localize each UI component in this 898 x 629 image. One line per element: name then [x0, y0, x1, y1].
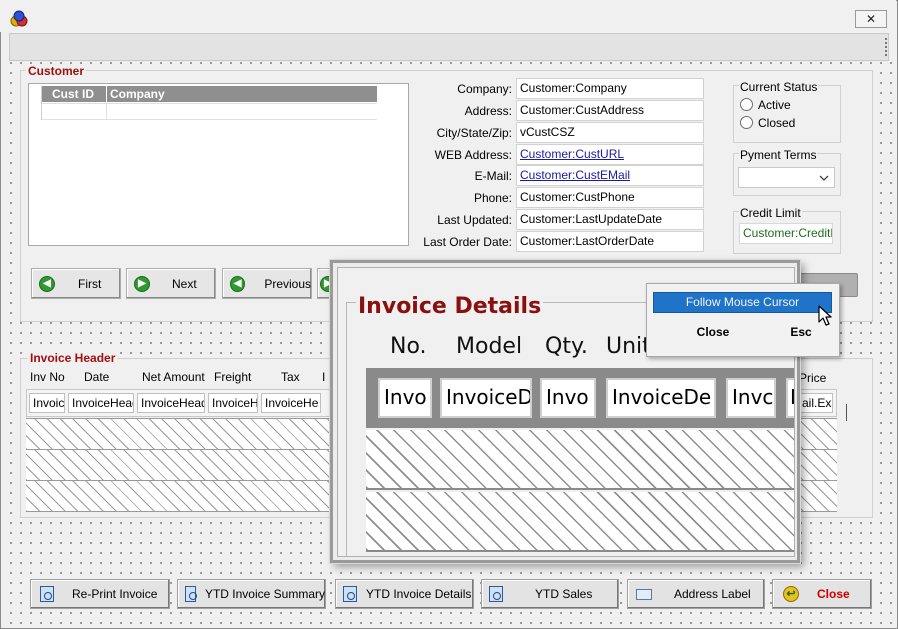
status-closed-radio[interactable]	[740, 116, 753, 129]
web-address-link[interactable]: Customer:CustURL	[516, 144, 704, 165]
zoom-cell-qty[interactable]: Invo	[540, 378, 596, 418]
zoom-col-unit: Unit	[606, 334, 651, 359]
current-status-title: Current Status	[739, 80, 819, 94]
zoom-cell-model[interactable]: InvoiceD	[440, 378, 532, 418]
mouse-cursor-icon	[818, 305, 832, 326]
chevron-down-icon	[819, 175, 829, 181]
context-close-item[interactable]: Close	[653, 325, 773, 339]
inv-no-cell[interactable]: Invoic	[29, 393, 65, 413]
envelope-icon	[636, 588, 652, 600]
previous-button[interactable]: ◀ Previous	[222, 268, 312, 299]
zoom-cell-5[interactable]: Invc	[726, 378, 776, 418]
report-icon	[343, 586, 357, 602]
ytd-sales-label: YTD Sales	[535, 587, 593, 601]
zoom-row-2[interactable]	[366, 492, 794, 552]
close-button-label: Close	[817, 587, 850, 601]
ytd-sales-button[interactable]: YTD Sales	[481, 579, 619, 609]
next-button-label: Next	[172, 276, 197, 291]
toolbar-grip[interactable]	[885, 38, 887, 56]
arrow-left-icon: ◀	[39, 275, 55, 292]
zoom-cell-6[interactable]: I	[786, 378, 794, 418]
city-state-zip-field[interactable]: vCustCSZ	[516, 122, 704, 143]
email-label: E-Mail:	[474, 169, 512, 183]
date-column: Date	[84, 370, 110, 384]
inv-no-column: Inv No	[30, 370, 65, 384]
payment-terms-dropdown[interactable]	[738, 167, 835, 188]
credit-limit-field[interactable]: Customer:CreditLir	[739, 223, 833, 244]
last-order-date-field[interactable]: Customer:LastOrderDate	[516, 231, 704, 252]
zoom-context-menu: Follow Mouse Cursor Close Esc	[646, 283, 840, 357]
phone-label: Phone:	[473, 191, 512, 205]
last-updated-label: Last Updated:	[437, 213, 512, 227]
report-icon	[40, 586, 54, 602]
report-icon	[489, 586, 503, 602]
reprint-invoice-button[interactable]: Re-Print Invoice	[30, 579, 170, 609]
status-active-label: Active	[758, 98, 791, 112]
status-active-radio[interactable]	[740, 98, 753, 111]
zoom-col-model: Model	[456, 334, 523, 359]
tax-column: Tax	[281, 370, 300, 384]
address-field[interactable]: Customer:CustAddress	[516, 100, 704, 121]
customer-group-title: Customer	[26, 64, 87, 78]
net-amount-column: Net Amount	[142, 370, 205, 384]
grid-header-company[interactable]: Company	[107, 86, 377, 102]
credit-limit-title: Credit Limit	[739, 206, 802, 220]
freight-cell[interactable]: InvoiceH	[208, 393, 258, 413]
invoice-header-title: Invoice Header	[28, 351, 118, 365]
close-button[interactable]: ↩ Close	[772, 579, 872, 609]
zoom-cell-unit[interactable]: InvoiceDe	[606, 378, 716, 418]
exit-icon: ↩	[783, 586, 799, 602]
city-state-zip-label: City/State/Zip:	[436, 126, 512, 140]
zoom-col-no: No.	[390, 334, 427, 359]
web-address-label: WEB Address:	[434, 148, 512, 162]
app-icon	[10, 10, 28, 28]
text-cursor	[846, 404, 847, 421]
grid-header-cust-id[interactable]: Cust ID	[42, 86, 106, 102]
zoom-row-1[interactable]	[366, 430, 794, 490]
payment-terms-title: Pyment Terms	[739, 148, 818, 162]
col-truncated: I	[322, 370, 326, 384]
tax-cell[interactable]: InvoiceHe	[261, 393, 321, 413]
ytd-invoice-summary-label: YTD Invoice Summary	[204, 587, 325, 601]
window-close-button[interactable]: ✕	[855, 10, 887, 28]
ytd-invoice-details-button[interactable]: YTD Invoice Details	[335, 579, 474, 609]
grid-col-divider	[106, 103, 107, 120]
status-closed-label: Closed	[758, 116, 796, 130]
grid-new-row[interactable]	[42, 103, 377, 120]
email-link[interactable]: Customer:CustEMail	[516, 165, 704, 186]
arrow-right-icon: ▶	[134, 275, 150, 292]
last-order-date-label: Last Order Date:	[423, 235, 512, 249]
previous-button-label: Previous	[264, 276, 311, 291]
price-cell[interactable]: ail.Ex	[798, 393, 833, 413]
context-esc-shortcut: Esc	[790, 325, 812, 339]
first-button-label: First	[78, 276, 102, 291]
arrow-left-icon: ◀	[230, 275, 246, 292]
company-label: Company:	[457, 82, 512, 96]
address-label: Address:	[464, 104, 512, 118]
follow-mouse-cursor-item[interactable]: Follow Mouse Cursor	[653, 292, 832, 313]
zoom-cell-no[interactable]: Invo	[378, 378, 432, 418]
grid-row-selector	[30, 86, 42, 120]
price-column: Price	[799, 371, 827, 385]
freight-column: Freight	[214, 370, 252, 384]
net-amount-cell[interactable]: InvoiceHead	[137, 393, 205, 413]
company-field[interactable]: Customer:Company	[516, 78, 704, 99]
toolbar-strip	[9, 33, 889, 61]
title-bar	[0, 0, 896, 32]
address-label-label: Address Label	[674, 587, 751, 601]
ytd-invoice-details-label: YTD Invoice Details	[366, 587, 472, 601]
report-icon	[185, 586, 197, 602]
last-updated-field[interactable]: Customer:LastUpdateDate	[516, 209, 704, 230]
invoice-details-title: Invoice Details	[356, 294, 544, 319]
next-button[interactable]: ▶ Next	[126, 268, 216, 299]
address-label-button[interactable]: Address Label	[627, 579, 765, 609]
zoom-col-qty: Qty.	[545, 334, 588, 359]
phone-field[interactable]: Customer:CustPhone	[516, 187, 704, 208]
reprint-invoice-label: Re-Print Invoice	[72, 587, 158, 601]
ytd-invoice-summary-button[interactable]: YTD Invoice Summary	[177, 579, 326, 609]
first-button[interactable]: ◀ First	[31, 268, 121, 299]
date-cell[interactable]: InvoiceHead	[68, 393, 134, 413]
